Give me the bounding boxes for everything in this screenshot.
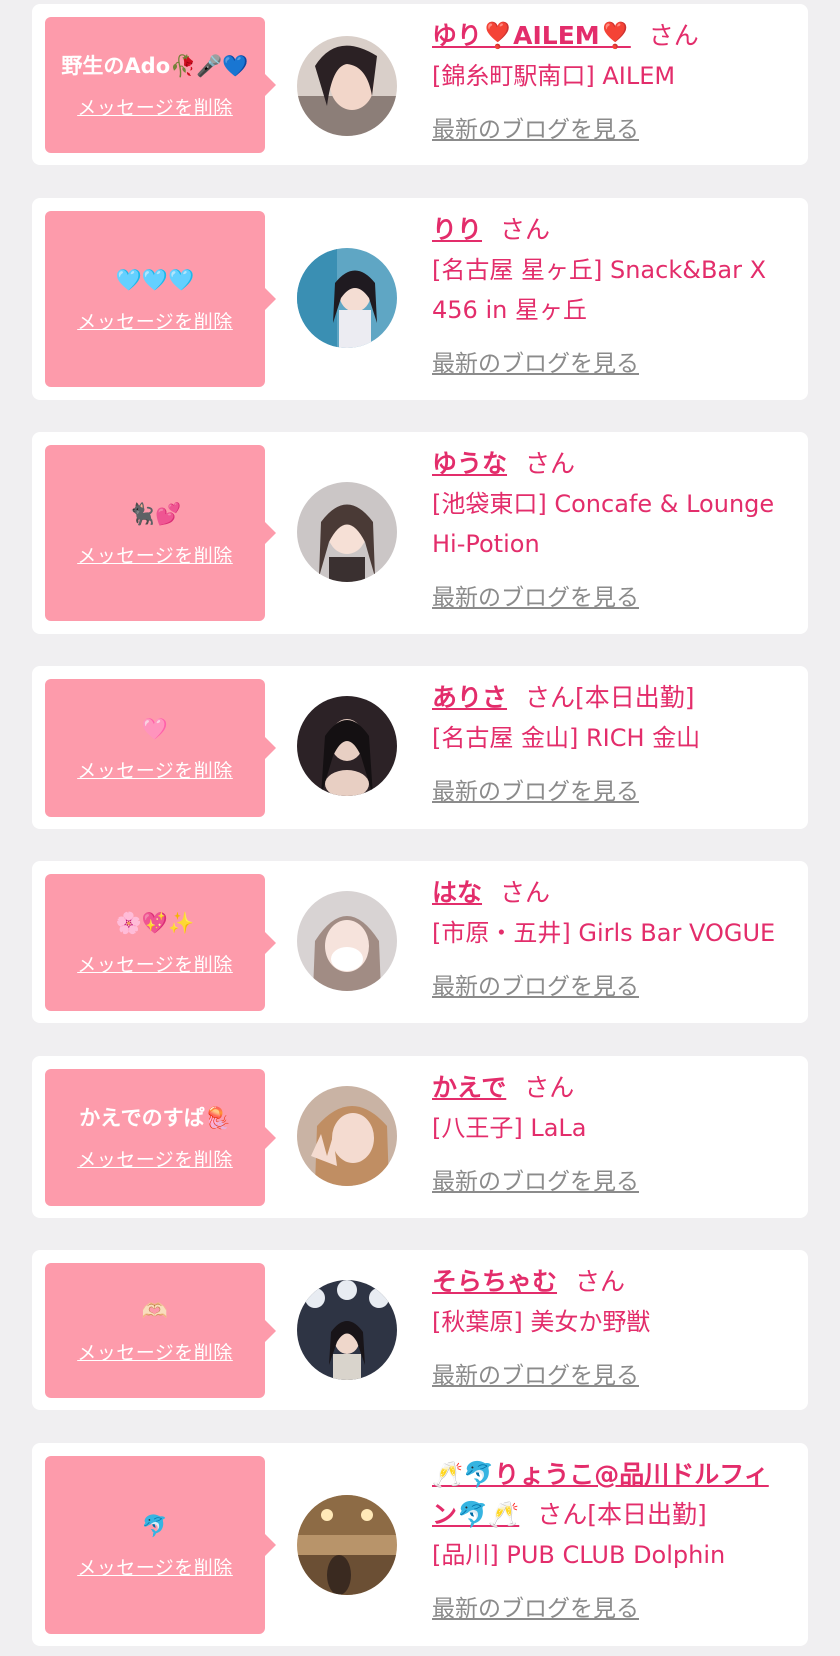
- cast-info: ありさ さん[本日出勤] [名古屋 金山] RICH 金山 最新のブログを見る: [432, 678, 792, 806]
- message-text: 野生のAdo🥀🎤💙: [61, 53, 249, 78]
- avatar[interactable]: [297, 696, 397, 796]
- latest-blog-link[interactable]: 最新のブログを見る: [432, 1589, 639, 1623]
- shop-name: [品川] PUB CLUB Dolphin: [432, 1541, 726, 1569]
- delete-message-link[interactable]: メッセージを削除: [77, 541, 233, 568]
- avatar-image: [297, 1495, 397, 1595]
- delete-message-link[interactable]: メッセージを削除: [77, 950, 233, 977]
- cast-info: そらちゃむ さん [秋葉原] 美女か野獣 最新のブログを見る: [432, 1262, 792, 1390]
- cast-name-link[interactable]: ありさ: [432, 683, 507, 712]
- cast-name-link[interactable]: ゆり❣️AILEM❣️: [432, 21, 631, 50]
- message-text: 🩵🩵🩵: [115, 267, 195, 292]
- cast-info: りり さん [名古屋 星ヶ丘] Snack&Bar X 456 in 星ヶ丘 最新…: [432, 210, 792, 378]
- shop-name: [名古屋 星ヶ丘] Snack&Bar X 456 in 星ヶ丘: [432, 256, 767, 324]
- list-item: 🩵🩵🩵 メッセージを削除 りり さん [名古屋 星ヶ丘] Snack&Bar X …: [32, 198, 808, 400]
- cast-info: はな さん [市原・五井] Girls Bar VOGUE 最新のブログを見る: [432, 873, 792, 1001]
- shop-name: [名古屋 金山] RICH 金山: [432, 724, 701, 752]
- cast-name-link[interactable]: りり: [432, 215, 482, 244]
- cast-info: 🥂🐬りょうこ@品川ドルフィン🐬🥂 さん[本日出勤] [品川] PUB CLUB D…: [432, 1455, 792, 1623]
- avatar[interactable]: [297, 36, 397, 136]
- delete-message-link[interactable]: メッセージを削除: [77, 1338, 233, 1365]
- avatar-image: [297, 696, 397, 796]
- avatar[interactable]: [297, 891, 397, 991]
- list-item: 🐈‍⬛💕 メッセージを削除 ゆうな さん [池袋東口] Concafe & Lou…: [32, 432, 808, 634]
- name-suffix: さん: [524, 1073, 575, 1102]
- name-suffix: さん: [500, 215, 551, 244]
- delete-message-link[interactable]: メッセージを削除: [77, 756, 233, 783]
- message-bubble: 🫶🏻 メッセージを削除: [45, 1263, 276, 1398]
- list-item: 🩷 メッセージを削除 ありさ さん[本日出勤] [名古屋 金山] RICH 金山 …: [32, 666, 808, 829]
- shop-name: [池袋東口] Concafe & Lounge Hi-Potion: [432, 490, 775, 558]
- latest-blog-link[interactable]: 最新のブログを見る: [432, 1162, 639, 1196]
- message-bubble: かえでのすぱ🪼 メッセージを削除: [45, 1069, 276, 1206]
- message-text: 🐬: [141, 1513, 169, 1538]
- delete-message-link[interactable]: メッセージを削除: [77, 307, 233, 334]
- latest-blog-link[interactable]: 最新のブログを見る: [432, 344, 639, 378]
- cast-name-link[interactable]: そらちゃむ: [432, 1267, 557, 1296]
- name-suffix: さん: [575, 1267, 626, 1296]
- name-suffix: さん[本日出勤]: [537, 1500, 707, 1529]
- message-list: 野生のAdo🥀🎤💙 メッセージを削除 ゆり❣️AILEM❣️ さん [錦糸町駅南口…: [0, 0, 840, 1656]
- cast-name-link[interactable]: はな: [432, 878, 482, 907]
- message-bubble: 🩵🩵🩵 メッセージを削除: [45, 211, 276, 387]
- latest-blog-link[interactable]: 最新のブログを見る: [432, 1356, 639, 1390]
- cast-info: ゆうな さん [池袋東口] Concafe & Lounge Hi-Potion …: [432, 444, 792, 612]
- cast-name-link[interactable]: かえで: [432, 1073, 506, 1102]
- list-item: 野生のAdo🥀🎤💙 メッセージを削除 ゆり❣️AILEM❣️ さん [錦糸町駅南口…: [32, 4, 808, 165]
- name-suffix: さん: [648, 21, 699, 50]
- avatar[interactable]: [297, 1495, 397, 1595]
- delete-message-link[interactable]: メッセージを削除: [77, 1145, 233, 1172]
- avatar[interactable]: [297, 1086, 397, 1186]
- latest-blog-link[interactable]: 最新のブログを見る: [432, 110, 639, 144]
- avatar-image: [297, 1280, 397, 1380]
- message-text: かえでのすぱ🪼: [79, 1106, 231, 1130]
- avatar-image: [297, 891, 397, 991]
- delete-message-link[interactable]: メッセージを削除: [77, 93, 233, 120]
- name-suffix: さん: [500, 878, 551, 907]
- avatar[interactable]: [297, 248, 397, 348]
- shop-name: [八王子] LaLa: [432, 1114, 587, 1142]
- avatar-image: [297, 36, 397, 136]
- message-text: 🐈‍⬛💕: [128, 501, 182, 526]
- message-bubble: 🌸💖✨ メッセージを削除: [45, 874, 276, 1011]
- shop-name: [秋葉原] 美女か野獣: [432, 1308, 651, 1336]
- cast-info: ゆり❣️AILEM❣️ さん [錦糸町駅南口] AILEM 最新のブログを見る: [432, 16, 792, 144]
- avatar[interactable]: [297, 1280, 397, 1380]
- cast-name-link[interactable]: ゆうな: [432, 449, 507, 478]
- list-item: 🌸💖✨ メッセージを削除 はな さん [市原・五井] Girls Bar VOGU…: [32, 861, 808, 1023]
- message-bubble: 野生のAdo🥀🎤💙 メッセージを削除: [45, 17, 276, 153]
- list-item: 🫶🏻 メッセージを削除 そらちゃむ さん [秋葉原] 美女か野獣 最新のブログを見…: [32, 1250, 808, 1410]
- delete-message-link[interactable]: メッセージを削除: [77, 1553, 233, 1580]
- shop-name: [市原・五井] Girls Bar VOGUE: [432, 919, 776, 947]
- message-text: 🫶🏻: [141, 1299, 169, 1323]
- message-bubble: 🐬 メッセージを削除: [45, 1456, 276, 1634]
- latest-blog-link[interactable]: 最新のブログを見る: [432, 967, 639, 1001]
- shop-name: [錦糸町駅南口] AILEM: [432, 62, 676, 90]
- avatar-image: [297, 248, 397, 348]
- message-bubble: 🩷 メッセージを削除: [45, 679, 276, 817]
- list-item: かえでのすぱ🪼 メッセージを削除 かえで さん [八王子] LaLa 最新のブログ…: [32, 1056, 808, 1218]
- name-suffix: さん: [525, 449, 576, 478]
- avatar-image: [297, 482, 397, 582]
- message-bubble: 🐈‍⬛💕 メッセージを削除: [45, 445, 276, 621]
- name-suffix: さん[本日出勤]: [525, 683, 695, 712]
- message-text: 🩷: [141, 716, 169, 741]
- message-text: 🌸💖✨: [115, 911, 195, 935]
- latest-blog-link[interactable]: 最新のブログを見る: [432, 578, 639, 612]
- avatar-image: [297, 1086, 397, 1186]
- latest-blog-link[interactable]: 最新のブログを見る: [432, 772, 639, 806]
- list-item: 🐬 メッセージを削除 🥂🐬りょうこ@品川ドルフィン🐬🥂 さん[本日出勤] [品川]…: [32, 1443, 808, 1646]
- cast-info: かえで さん [八王子] LaLa 最新のブログを見る: [432, 1068, 792, 1196]
- avatar[interactable]: [297, 482, 397, 582]
